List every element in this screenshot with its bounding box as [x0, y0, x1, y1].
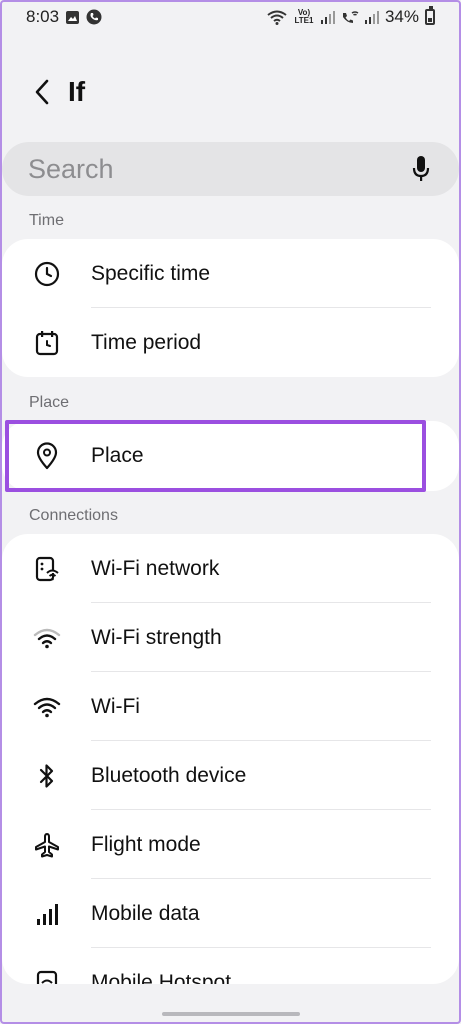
page-title: If — [68, 76, 86, 107]
list-item-mobile-data[interactable]: Mobile data — [2, 879, 459, 948]
list-item-time-period[interactable]: Time period — [2, 308, 459, 377]
bluetooth-icon — [32, 761, 62, 791]
list-item-specific-time[interactable]: Specific time — [2, 239, 459, 308]
section-label-connections: Connections — [29, 507, 118, 524]
wifi-icon — [32, 692, 62, 722]
list-item-label: Wi-Fi strength — [91, 625, 222, 649]
signal-icon-2 — [364, 10, 379, 24]
status-bar: 8:03 Vo) LTE1 34% — [0, 0, 461, 34]
search-input[interactable] — [28, 153, 409, 185]
network-label: Vo) LTE1 — [294, 8, 314, 25]
hotspot-icon — [32, 968, 62, 984]
section-label-time: Time — [29, 212, 64, 229]
app-header: If — [0, 62, 461, 122]
gallery-notification-icon — [65, 10, 80, 25]
signal-icon — [320, 10, 335, 24]
list-item-label: Wi-Fi — [91, 694, 140, 718]
wifi-calling-icon — [341, 10, 359, 25]
search-bar[interactable] — [2, 142, 459, 196]
list-item-label: Place — [91, 443, 144, 467]
list-item-bluetooth-device[interactable]: Bluetooth device — [2, 741, 459, 810]
list-item-label: Mobile Hotspot — [91, 970, 232, 985]
section-label-place: Place — [29, 394, 70, 411]
location-pin-icon — [32, 441, 62, 471]
status-time: 8:03 — [26, 7, 60, 26]
wifi-strength-icon — [32, 623, 62, 653]
battery-percent: 34% — [384, 7, 419, 26]
volte-icon: Vo) LTE1 — [293, 9, 315, 25]
airplane-icon — [32, 830, 62, 860]
list-item-place[interactable]: Place — [2, 421, 459, 490]
list-item-label: Wi-Fi network — [91, 556, 220, 580]
list-item-wifi-strength[interactable]: Wi-Fi strength — [2, 603, 459, 672]
calendar-icon — [32, 328, 62, 358]
list-item-wifi[interactable]: Wi-Fi — [2, 672, 459, 741]
chevron-left-icon — [35, 79, 49, 105]
time-card: Specific time Time period — [2, 239, 459, 377]
home-indicator[interactable] — [162, 1012, 300, 1016]
list-item-label: Flight mode — [91, 832, 201, 856]
list-item-flight-mode[interactable]: Flight mode — [2, 810, 459, 879]
signal-bars-icon — [32, 899, 62, 929]
battery-icon — [425, 6, 435, 25]
list-item-label: Specific time — [91, 261, 211, 285]
wifi-network-icon — [32, 554, 62, 584]
connections-card: Wi-Fi network Wi-Fi strength Wi-Fi Bluet… — [2, 534, 459, 984]
list-item-label: Mobile data — [91, 901, 200, 925]
clock-icon — [32, 259, 62, 289]
call-notification-icon — [86, 9, 102, 25]
wifi-status-icon — [267, 10, 287, 25]
back-button[interactable] — [22, 72, 62, 112]
place-card: Place — [2, 421, 459, 491]
microphone-icon[interactable] — [409, 154, 433, 184]
list-item-label: Time period — [91, 330, 202, 354]
list-item-label: Bluetooth device — [91, 763, 247, 787]
list-item-mobile-hotspot[interactable]: Mobile Hotspot — [2, 948, 459, 984]
list-item-wifi-network[interactable]: Wi-Fi network — [2, 534, 459, 603]
